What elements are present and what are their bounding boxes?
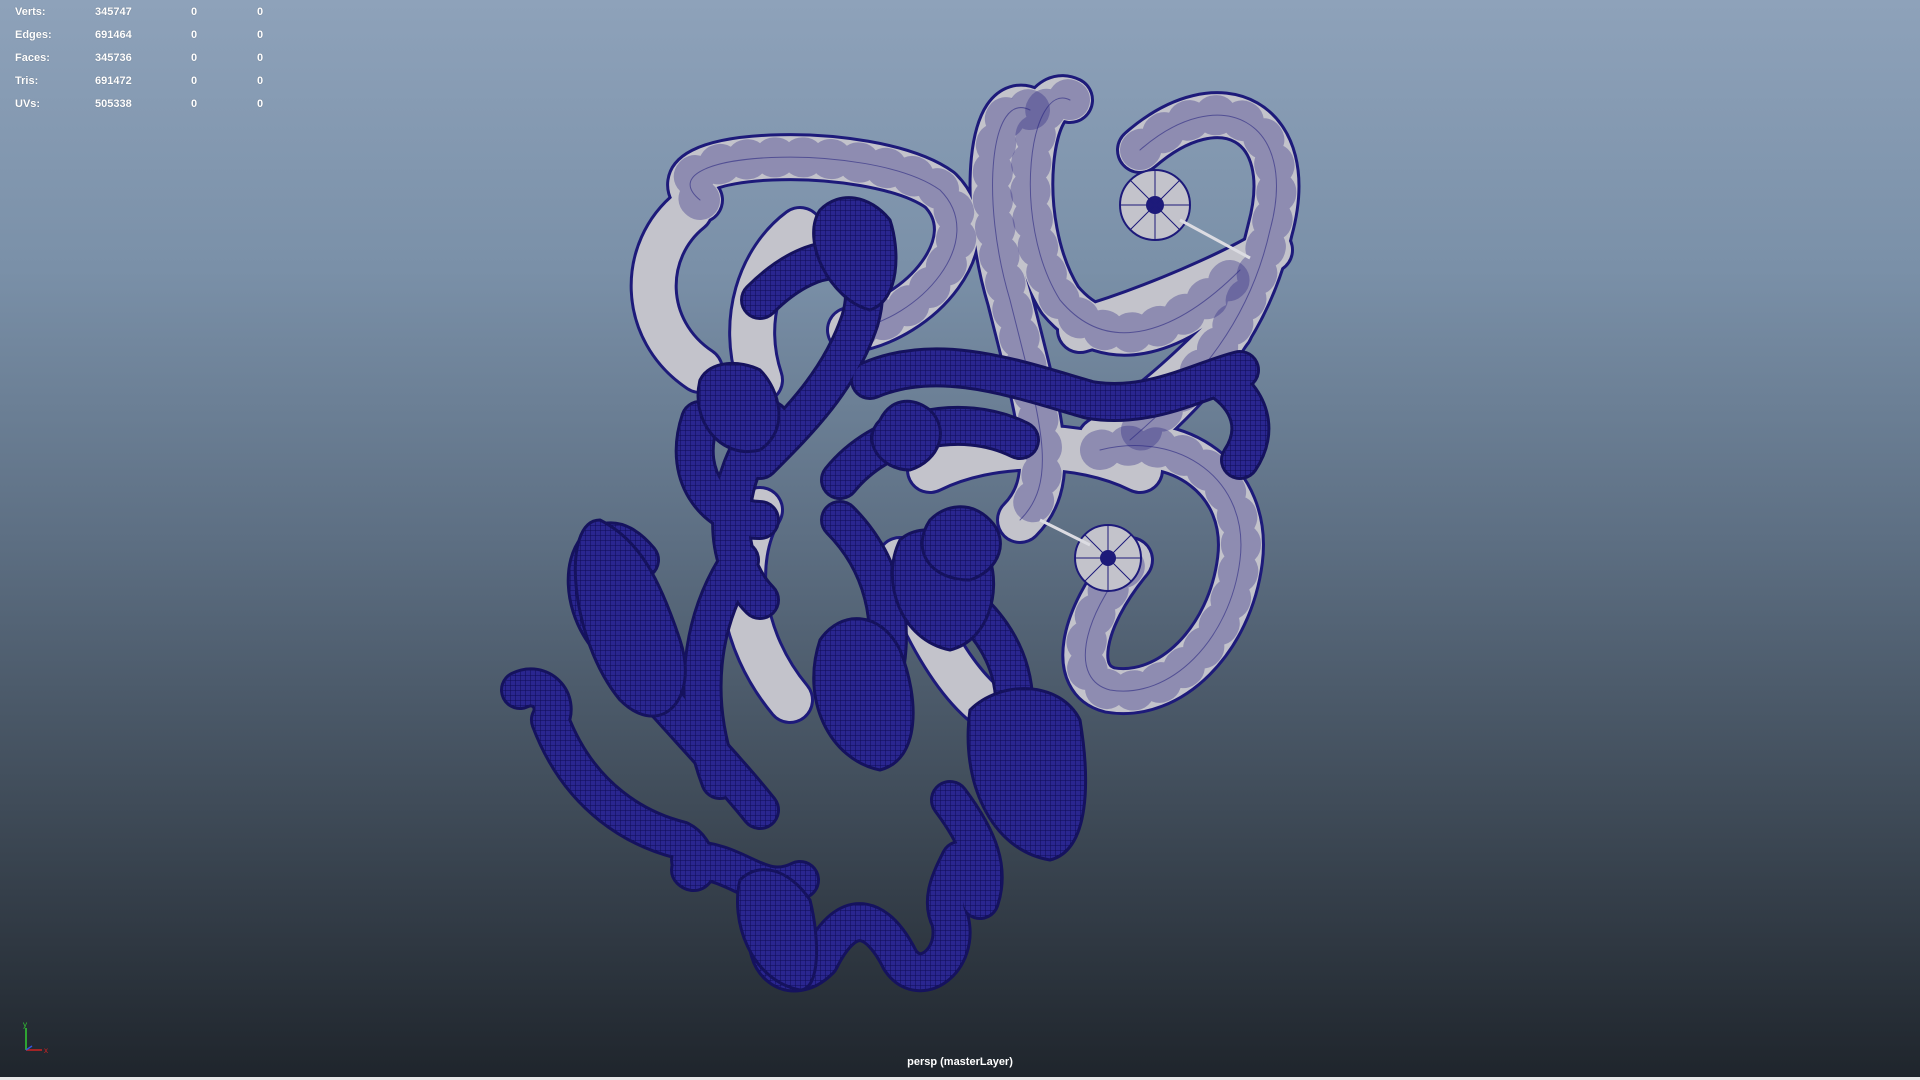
y-axis-label: y bbox=[23, 1020, 27, 1029]
spoke-disk-upper[interactable] bbox=[1119, 169, 1251, 260]
3d-viewport[interactable]: Verts: 345747 0 0 Edges: 691464 0 0 Face… bbox=[0, 0, 1920, 1077]
axis-gizmo-icon: y x bbox=[23, 1020, 48, 1055]
spoke-disk-lower[interactable] bbox=[1039, 518, 1142, 592]
protein-mesh-model[interactable] bbox=[0, 0, 1920, 1077]
camera-name-label: persp (masterLayer) bbox=[907, 1056, 1013, 1068]
x-axis-label: x bbox=[44, 1046, 48, 1055]
